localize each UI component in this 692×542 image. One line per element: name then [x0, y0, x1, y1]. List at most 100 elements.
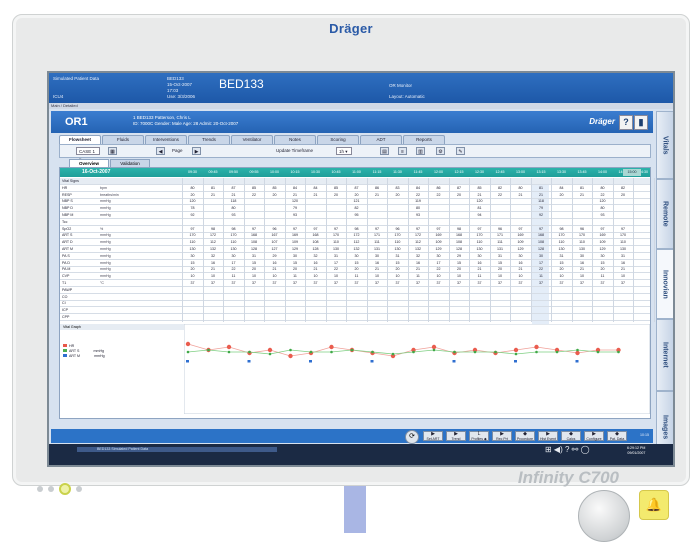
table-cell[interactable]: 21 [369, 192, 386, 198]
table-cell[interactable]: 97 [512, 226, 529, 232]
function-key-button[interactable]: L Profiles ◆ [469, 431, 489, 441]
table-cell[interactable]: 169 [287, 232, 304, 238]
time-column-header[interactable]: 13:45 [574, 170, 591, 174]
table-cell[interactable]: 97 [246, 226, 263, 232]
table-cell[interactable]: 20 [287, 266, 304, 272]
table-cell[interactable]: 21 [205, 192, 222, 198]
table-cell[interactable]: 98 [451, 226, 468, 232]
table-cell[interactable]: 131 [369, 246, 386, 252]
table-cell[interactable]: 21 [512, 266, 529, 272]
table-cell[interactable]: 111 [369, 239, 386, 245]
table-cell[interactable]: 37 [471, 280, 488, 286]
table-cell[interactable]: 21 [410, 266, 427, 272]
table-cell[interactable]: 93 [410, 212, 427, 218]
table-cell[interactable]: 80 [594, 185, 611, 191]
table-cell[interactable]: 120 [184, 198, 201, 204]
table-cell[interactable]: 31 [246, 253, 263, 259]
table-cell[interactable]: 15 [492, 260, 509, 266]
table-cell[interactable]: 97 [328, 226, 345, 232]
table-cell[interactable]: 127 [266, 246, 283, 252]
table-cell[interactable]: 109 [512, 239, 529, 245]
table-cell[interactable]: 20 [553, 192, 570, 198]
table-cell[interactable]: 20 [553, 266, 570, 272]
table-cell[interactable]: 20 [184, 266, 201, 272]
page-back-icon[interactable]: ◀ [156, 147, 165, 155]
event-marker[interactable] [452, 360, 456, 363]
event-marker[interactable] [309, 360, 312, 363]
table-cell[interactable]: 16 [410, 260, 427, 266]
tab-reports[interactable]: Reports [403, 135, 445, 144]
table-cell[interactable]: 37 [348, 280, 365, 286]
time-column-header[interactable]: 13:30 [553, 170, 570, 174]
table-cell[interactable]: 84 [287, 185, 304, 191]
table-cell[interactable]: 37 [246, 280, 263, 286]
tab-fluids[interactable]: Fluids [102, 135, 144, 144]
table-cell[interactable]: 11 [225, 273, 242, 279]
tab-vitals[interactable]: Vitals [656, 111, 673, 179]
table-cell[interactable]: 16 [471, 260, 488, 266]
event-marker[interactable] [186, 360, 189, 363]
tab-overview[interactable]: Overview [69, 159, 109, 167]
event-marker[interactable] [247, 360, 251, 363]
table-cell[interactable]: 79 [287, 205, 304, 211]
table-cell[interactable]: 15 [594, 260, 611, 266]
table-cell[interactable]: 10 [369, 273, 386, 279]
table-cell[interactable]: 110 [574, 239, 591, 245]
vital-graph-plot[interactable] [184, 324, 650, 414]
time-column-header[interactable]: 14:00 [594, 170, 611, 174]
table-cell[interactable]: 29 [266, 253, 283, 259]
table-cell[interactable]: 10 [307, 273, 324, 279]
table-cell[interactable]: 82 [348, 205, 365, 211]
table-cell[interactable]: 81 [533, 185, 550, 191]
table-cell[interactable]: 16 [369, 260, 386, 266]
table-cell[interactable]: 81 [205, 185, 222, 191]
table-cell[interactable]: 30 [471, 253, 488, 259]
table-cell[interactable]: 97 [430, 226, 447, 232]
table-cell[interactable]: 21 [615, 266, 632, 272]
table-cell[interactable]: 128 [451, 246, 468, 252]
tab-adt[interactable]: ADT [360, 135, 402, 144]
table-cell[interactable]: 30 [512, 253, 529, 259]
table-cell[interactable]: 30 [533, 253, 550, 259]
time-column-header[interactable]: 09:45 [205, 170, 222, 174]
table-cell[interactable]: 97 [533, 226, 550, 232]
table-cell[interactable]: 22 [430, 266, 447, 272]
table-cell[interactable]: 21 [574, 266, 591, 272]
table-cell[interactable]: 97 [410, 226, 427, 232]
table-cell[interactable]: 15 [184, 260, 201, 266]
table-cell[interactable]: 118 [533, 198, 550, 204]
table-cell[interactable]: 118 [225, 198, 242, 204]
table-cell[interactable]: 10 [328, 273, 345, 279]
table-cell[interactable]: 20 [492, 266, 509, 272]
table-cell[interactable]: 85 [328, 185, 345, 191]
table-cell[interactable]: 110 [471, 239, 488, 245]
time-column-header[interactable]: 10:15 [287, 170, 304, 174]
table-cell[interactable]: 132 [348, 246, 365, 252]
time-column-header[interactable]: 11:45 [410, 170, 427, 174]
status-icons[interactable]: ⊞ ◀) ? ⚯ ◯ [545, 445, 590, 454]
table-cell[interactable]: 21 [533, 192, 550, 198]
table-cell[interactable]: 80 [225, 205, 242, 211]
function-key-button[interactable]: ◆ Procedure [515, 431, 535, 441]
table-cell[interactable]: 108 [246, 239, 263, 245]
table-cell[interactable]: 10 [430, 273, 447, 279]
time-column-header[interactable]: 10:00 [266, 170, 283, 174]
table-cell[interactable]: 21 [512, 192, 529, 198]
tab-ventilator[interactable]: Ventilator [231, 135, 273, 144]
table-cell[interactable]: 170 [389, 232, 406, 238]
table-cell[interactable]: 31 [389, 253, 406, 259]
last-time-column[interactable]: 15:00 [623, 169, 641, 176]
table-cell[interactable]: 111 [492, 239, 509, 245]
table-cell[interactable]: 170 [225, 232, 242, 238]
tab-internet[interactable]: Internet [656, 319, 673, 391]
calendar-icon[interactable]: ▦ [108, 147, 117, 155]
function-key-button[interactable]: ▶ Trend [446, 431, 466, 441]
table-cell[interactable]: 109 [594, 239, 611, 245]
table-cell[interactable]: 10 [574, 273, 591, 279]
tab-remote[interactable]: Remote [656, 179, 673, 249]
table-cell[interactable]: 37 [307, 280, 324, 286]
function-key-button[interactable]: ▶ Hist Event [538, 431, 558, 441]
table-cell[interactable]: 15 [389, 260, 406, 266]
table-cell[interactable]: 22 [430, 192, 447, 198]
table-cell[interactable]: 108 [307, 239, 324, 245]
